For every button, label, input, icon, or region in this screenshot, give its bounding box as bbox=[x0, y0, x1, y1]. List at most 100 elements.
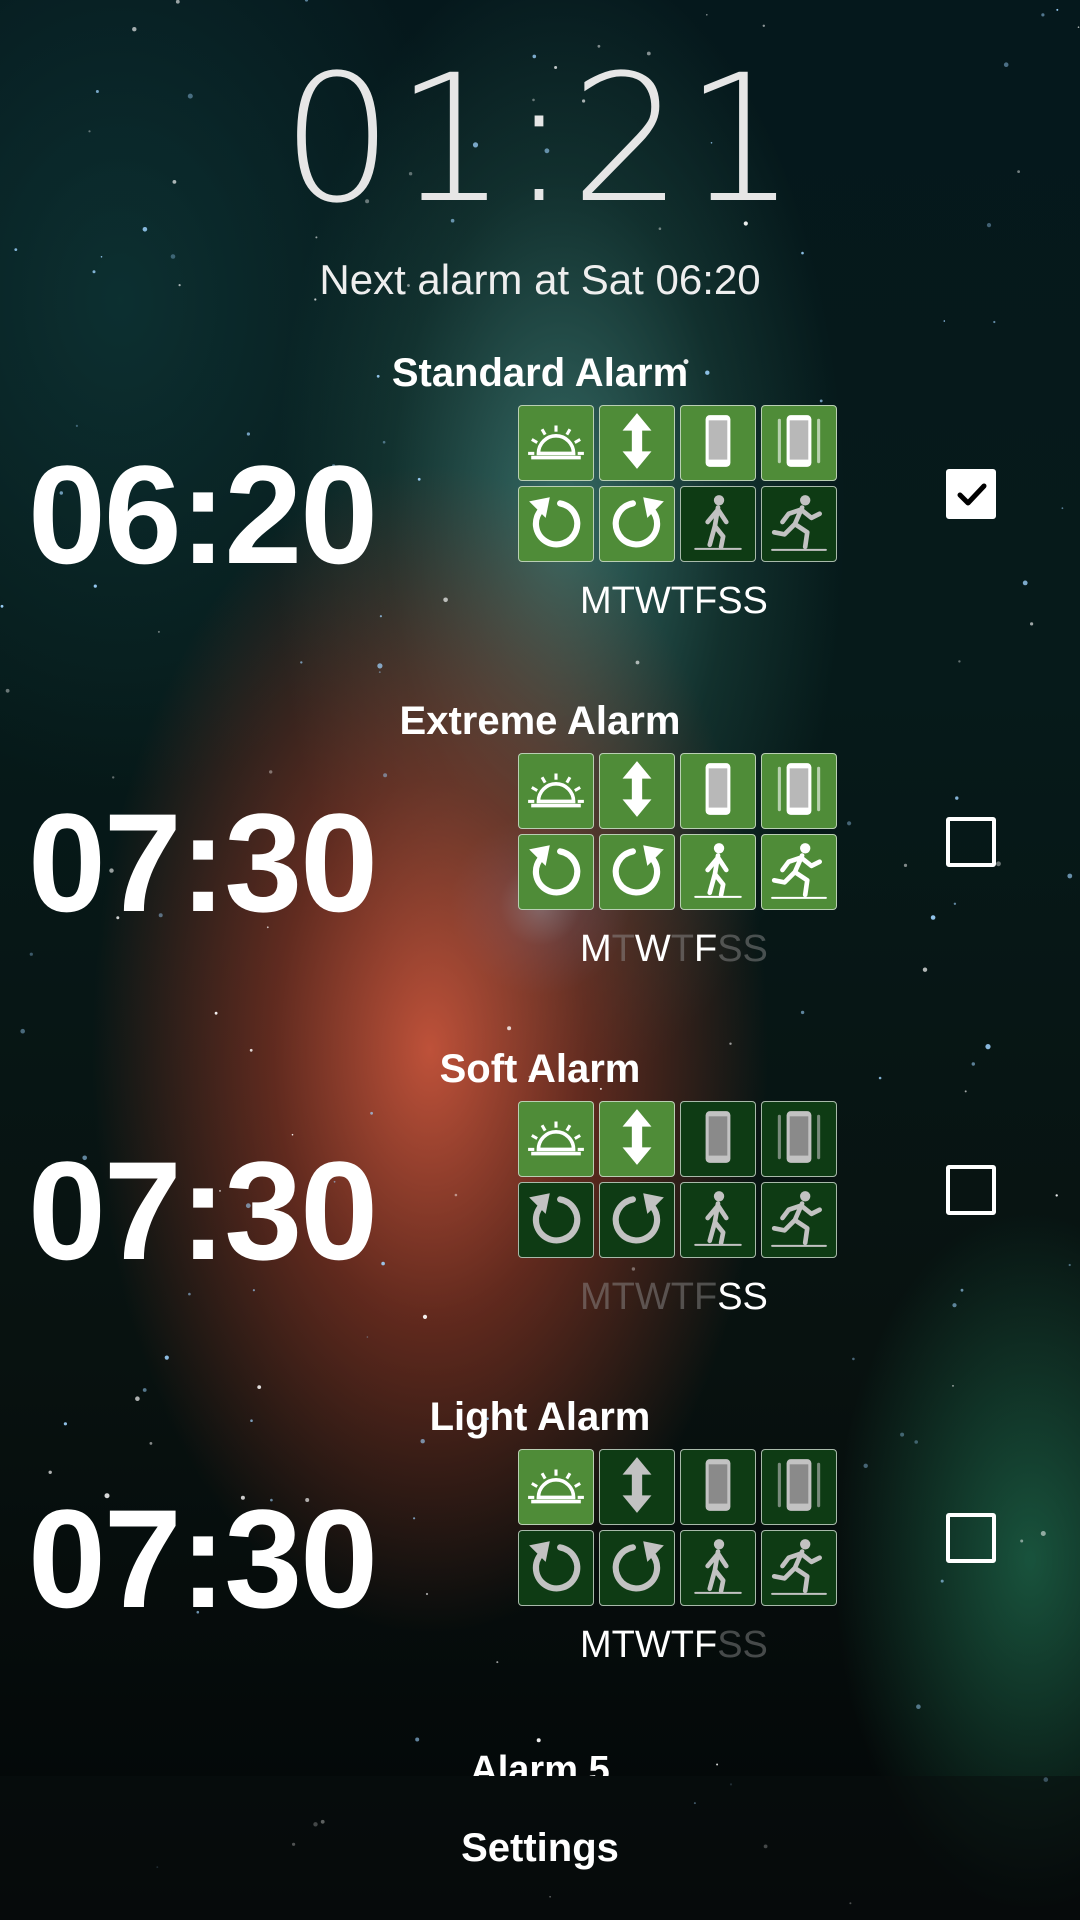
running-person-toggle[interactable] bbox=[761, 1182, 837, 1258]
walking-person-icon bbox=[687, 491, 749, 558]
alarm-features-grid[interactable] bbox=[518, 1101, 840, 1258]
bottom-bar: Settings bbox=[0, 1776, 1080, 1920]
sunrise-toggle[interactable] bbox=[518, 1449, 594, 1525]
day-letter: M bbox=[580, 1276, 612, 1318]
counterclockwise-arrow-icon bbox=[525, 1187, 587, 1254]
phone-icon bbox=[687, 1454, 749, 1521]
clockwise-arrow-toggle[interactable] bbox=[599, 486, 675, 562]
day-letter: M bbox=[580, 928, 612, 970]
clockwise-arrow-icon bbox=[606, 839, 668, 906]
phone-vibrate-toggle[interactable] bbox=[761, 1449, 837, 1525]
phone-icon bbox=[687, 758, 749, 825]
phone-toggle[interactable] bbox=[680, 753, 756, 829]
day-letter: T bbox=[611, 580, 635, 622]
counterclockwise-arrow-icon bbox=[525, 839, 587, 906]
phone-icon bbox=[687, 410, 749, 477]
day-letter: F bbox=[693, 1624, 718, 1666]
alarm-enabled-checkbox[interactable] bbox=[946, 469, 996, 519]
phone-toggle[interactable] bbox=[680, 1449, 756, 1525]
running-person-icon bbox=[768, 1535, 830, 1602]
day-letter: W bbox=[634, 1624, 671, 1666]
day-letter: F bbox=[693, 928, 718, 970]
clockwise-arrow-icon bbox=[606, 491, 668, 558]
alarm-time[interactable]: 07:30 bbox=[28, 788, 378, 938]
alarm-features-grid[interactable] bbox=[518, 1449, 840, 1606]
running-person-toggle[interactable] bbox=[761, 1530, 837, 1606]
phone-vibrate-toggle[interactable] bbox=[761, 1101, 837, 1177]
settings-button[interactable]: Settings bbox=[461, 1776, 619, 1920]
phone-vibrate-icon bbox=[768, 1454, 830, 1521]
alarm-name: Soft Alarm bbox=[439, 1047, 641, 1091]
alarm-enabled-checkbox[interactable] bbox=[946, 817, 996, 867]
day-letter: S bbox=[742, 580, 768, 622]
running-person-toggle[interactable] bbox=[761, 486, 837, 562]
alarm-5-name[interactable]: Alarm 5 bbox=[0, 1742, 1080, 1776]
alarm-days: MTWTFSS bbox=[580, 1621, 768, 1669]
up-down-arrow-icon bbox=[606, 410, 668, 477]
sunrise-icon bbox=[525, 758, 587, 825]
alarm-enabled-checkbox[interactable] bbox=[946, 1165, 996, 1215]
alarm-days: MTWTFSS bbox=[580, 1273, 768, 1321]
phone-icon bbox=[687, 1106, 749, 1173]
alarm-features-grid[interactable] bbox=[518, 405, 840, 562]
day-letter: T bbox=[611, 928, 635, 970]
up-down-arrow-toggle[interactable] bbox=[599, 1449, 675, 1525]
clockwise-arrow-toggle[interactable] bbox=[599, 1530, 675, 1606]
counterclockwise-arrow-toggle[interactable] bbox=[518, 834, 594, 910]
phone-vibrate-icon bbox=[768, 758, 830, 825]
day-letter: W bbox=[634, 928, 671, 970]
up-down-arrow-toggle[interactable] bbox=[599, 753, 675, 829]
running-person-toggle[interactable] bbox=[761, 834, 837, 910]
running-person-icon bbox=[768, 839, 830, 906]
day-letter: M bbox=[580, 580, 612, 622]
current-time: 01:21 bbox=[281, 37, 799, 242]
alarm-days: MTWTFSS bbox=[580, 577, 768, 625]
day-letter: W bbox=[634, 580, 671, 622]
walking-person-toggle[interactable] bbox=[680, 834, 756, 910]
alarm-light[interactable]: Light Alarm 07:30 MTWTFSS bbox=[0, 1389, 1080, 1709]
counterclockwise-arrow-toggle[interactable] bbox=[518, 1182, 594, 1258]
phone-vibrate-toggle[interactable] bbox=[761, 753, 837, 829]
walking-person-icon bbox=[687, 839, 749, 906]
up-down-arrow-toggle[interactable] bbox=[599, 405, 675, 481]
alarm-name: Light Alarm bbox=[429, 1395, 651, 1439]
day-letter: S bbox=[717, 928, 743, 970]
alarm-features-grid[interactable] bbox=[518, 753, 840, 910]
sunrise-icon bbox=[525, 410, 587, 477]
walking-person-toggle[interactable] bbox=[680, 1182, 756, 1258]
up-down-arrow-icon bbox=[606, 1454, 668, 1521]
sunrise-toggle[interactable] bbox=[518, 405, 594, 481]
alarm-soft[interactable]: Soft Alarm 07:30 MTWTFSS bbox=[0, 1041, 1080, 1361]
phone-toggle[interactable] bbox=[680, 1101, 756, 1177]
alarm-time[interactable]: 07:30 bbox=[28, 1484, 378, 1634]
counterclockwise-arrow-icon bbox=[525, 491, 587, 558]
clockwise-arrow-icon bbox=[606, 1187, 668, 1254]
day-letter: S bbox=[717, 1624, 743, 1666]
walking-person-toggle[interactable] bbox=[680, 1530, 756, 1606]
up-down-arrow-icon bbox=[606, 758, 668, 825]
sunrise-toggle[interactable] bbox=[518, 753, 594, 829]
phone-toggle[interactable] bbox=[680, 405, 756, 481]
day-letter: F bbox=[693, 580, 718, 622]
sunrise-toggle[interactable] bbox=[518, 1101, 594, 1177]
alarm-extreme[interactable]: Extreme Alarm 07:30 MTWTFSS bbox=[0, 693, 1080, 1013]
day-letter: T bbox=[670, 1276, 694, 1318]
up-down-arrow-icon bbox=[606, 1106, 668, 1173]
alarm-enabled-checkbox[interactable] bbox=[946, 1513, 996, 1563]
day-letter: T bbox=[611, 1276, 635, 1318]
clockwise-arrow-toggle[interactable] bbox=[599, 1182, 675, 1258]
walking-person-icon bbox=[687, 1187, 749, 1254]
alarm-standard[interactable]: Standard Alarm 06:20 MTWTFSS bbox=[0, 345, 1080, 665]
alarm-time[interactable]: 07:30 bbox=[28, 1136, 378, 1286]
clockwise-arrow-toggle[interactable] bbox=[599, 834, 675, 910]
day-letter: F bbox=[693, 1276, 718, 1318]
up-down-arrow-toggle[interactable] bbox=[599, 1101, 675, 1177]
counterclockwise-arrow-toggle[interactable] bbox=[518, 486, 594, 562]
counterclockwise-arrow-icon bbox=[525, 1535, 587, 1602]
day-letter: M bbox=[580, 1624, 612, 1666]
checkmark-icon bbox=[957, 483, 987, 506]
walking-person-toggle[interactable] bbox=[680, 486, 756, 562]
counterclockwise-arrow-toggle[interactable] bbox=[518, 1530, 594, 1606]
alarm-time[interactable]: 06:20 bbox=[28, 440, 378, 590]
phone-vibrate-toggle[interactable] bbox=[761, 405, 837, 481]
